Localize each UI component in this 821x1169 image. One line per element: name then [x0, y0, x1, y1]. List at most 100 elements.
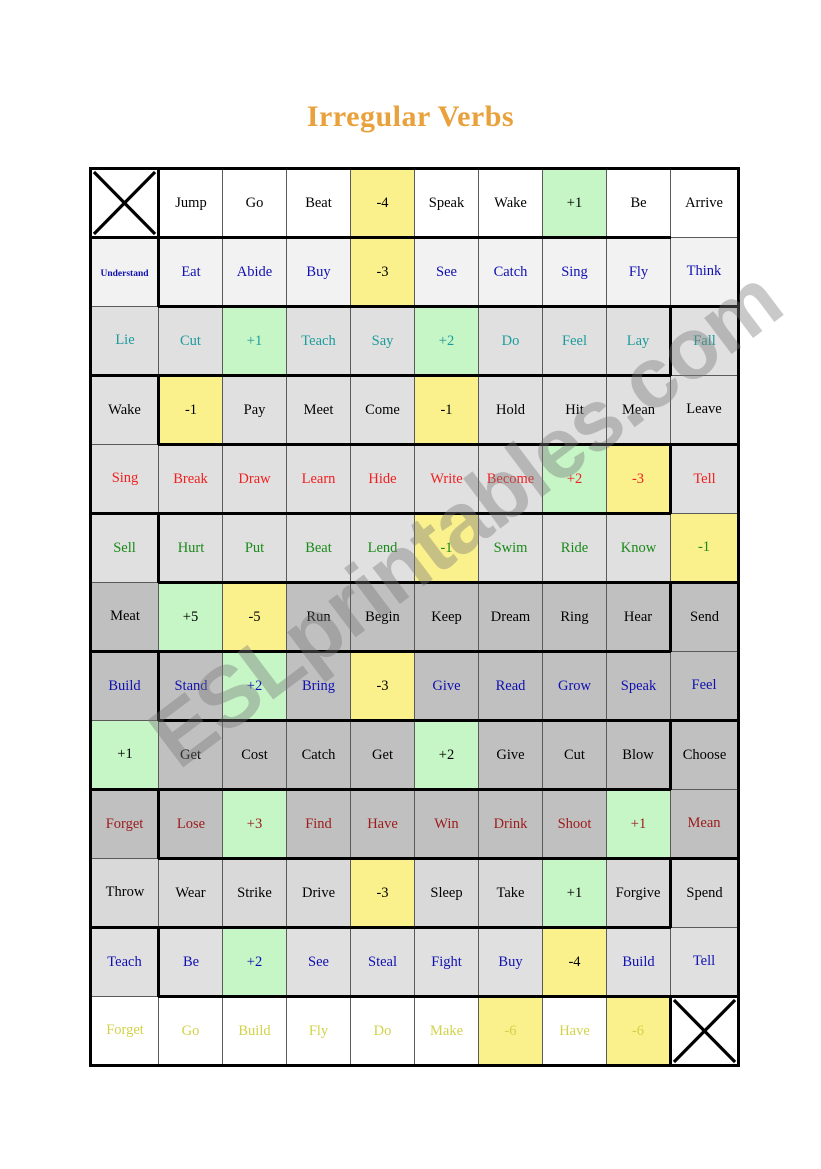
board-cell[interactable]: -4 — [350, 167, 415, 239]
board-cell[interactable]: Read — [478, 651, 543, 722]
board-cell[interactable]: Begin — [350, 582, 415, 653]
board-cell[interactable]: +3 — [222, 789, 287, 860]
board-cell[interactable]: Mean — [606, 375, 671, 446]
board-cell[interactable]: Throw — [89, 858, 159, 929]
board-cell[interactable]: -1 — [414, 375, 479, 446]
board-cell[interactable]: Lose — [157, 789, 223, 860]
board-cell[interactable]: Drink — [478, 789, 543, 860]
board-cell[interactable]: Wake — [478, 167, 543, 239]
board-cell[interactable]: Arrive — [670, 167, 740, 238]
board-cell[interactable]: Cost — [222, 720, 287, 791]
board-cell[interactable]: Shoot — [542, 789, 607, 860]
board-cell[interactable]: Lie — [89, 306, 159, 377]
board-cell[interactable]: +2 — [414, 306, 479, 377]
board-cell[interactable]: Go — [158, 996, 223, 1067]
board-cell[interactable]: Ring — [542, 582, 607, 653]
board-cell[interactable]: Leave — [670, 375, 740, 446]
board-cell[interactable]: Give — [478, 720, 543, 791]
board-cell[interactable]: Get — [350, 720, 415, 791]
board-cell[interactable]: Grow — [542, 651, 607, 722]
board-cell[interactable]: Swim — [478, 513, 543, 584]
board-cell[interactable]: Buy — [478, 927, 543, 998]
board-cell[interactable]: Build — [606, 927, 671, 998]
board-cell[interactable]: Write — [414, 444, 479, 515]
board-cell[interactable]: Be — [606, 167, 671, 239]
board-cell[interactable]: -4 — [542, 927, 607, 998]
board-cell[interactable]: Come — [350, 375, 415, 446]
board-cell[interactable]: Eat — [157, 237, 223, 308]
board-cell[interactable]: Put — [222, 513, 287, 584]
board-cell[interactable]: Dream — [478, 582, 543, 653]
board-cell[interactable]: Pay — [222, 375, 287, 446]
board-cell[interactable]: Sell — [89, 513, 159, 583]
board-cell[interactable]: +1 — [606, 789, 671, 860]
board-cell[interactable]: +2 — [414, 720, 479, 791]
board-cell[interactable]: Build — [89, 651, 159, 721]
board-cell[interactable]: Jump — [158, 167, 223, 239]
board-cell[interactable]: Learn — [286, 444, 351, 515]
board-cell[interactable]: Speak — [606, 651, 671, 722]
board-cell[interactable]: See — [414, 237, 479, 308]
board-cell[interactable]: Cut — [542, 720, 607, 791]
board-cell[interactable]: Know — [606, 513, 671, 584]
board-cell[interactable]: Bring — [286, 651, 351, 722]
board-cell[interactable]: -5 — [222, 582, 287, 653]
board-cell[interactable]: Do — [478, 306, 543, 377]
board-cell[interactable]: Buy — [286, 237, 351, 308]
board-cell[interactable]: +1 — [542, 167, 607, 239]
board-cell[interactable]: -1 — [670, 513, 740, 584]
board-cell[interactable]: Blow — [606, 720, 671, 791]
board-cell[interactable]: Hit — [542, 375, 607, 446]
board-cell[interactable]: -1 — [157, 375, 223, 446]
board-cell[interactable]: +2 — [222, 651, 287, 722]
board-cell[interactable]: Sleep — [414, 858, 479, 929]
board-cell[interactable]: Break — [158, 444, 223, 515]
board-cell[interactable]: +5 — [158, 582, 223, 653]
board-cell[interactable]: Have — [350, 789, 415, 860]
board-cell[interactable]: Lay — [606, 306, 671, 377]
board-cell[interactable]: +1 — [89, 720, 159, 791]
board-cell[interactable]: Feel — [670, 651, 740, 722]
board-cell[interactable]: Meet — [286, 375, 351, 446]
board-cell[interactable]: +1 — [542, 858, 607, 929]
board-cell[interactable]: -3 — [350, 858, 415, 929]
board-cell[interactable]: Drive — [286, 858, 351, 929]
board-cell[interactable]: -3 — [350, 237, 415, 308]
board-cell[interactable]: -3 — [606, 444, 671, 515]
board-cell[interactable]: Cut — [158, 306, 223, 377]
board-cell[interactable]: Hear — [606, 582, 671, 653]
board-cell[interactable]: Teach — [286, 306, 351, 377]
board-cell[interactable]: Wear — [158, 858, 223, 929]
board-cell[interactable]: Find — [286, 789, 351, 860]
board-cell[interactable]: -6 — [478, 996, 543, 1067]
board-cell[interactable]: Fight — [414, 927, 479, 998]
board-cell[interactable]: Strike — [222, 858, 287, 929]
board-cell[interactable]: Think — [670, 237, 740, 308]
board-cell[interactable]: Make — [414, 996, 479, 1067]
board-cell[interactable]: Meat — [89, 582, 159, 653]
board-cell[interactable]: Understand — [89, 237, 159, 307]
board-cell[interactable]: Ride — [542, 513, 607, 584]
board-cell[interactable]: Spend — [669, 858, 740, 928]
board-cell[interactable]: -6 — [606, 996, 671, 1067]
board-cell[interactable]: Become — [478, 444, 543, 515]
board-cell[interactable]: Run — [286, 582, 351, 653]
board-cell[interactable]: Sing — [542, 237, 607, 308]
board-cell[interactable]: Feel — [542, 306, 607, 377]
board-cell[interactable]: Fly — [606, 237, 671, 308]
board-cell[interactable]: Forget — [89, 789, 159, 859]
board-cell[interactable]: See — [286, 927, 351, 998]
board-cell[interactable]: Take — [478, 858, 543, 929]
board-cell[interactable]: Abide — [222, 237, 287, 308]
board-cell[interactable]: Beat — [286, 167, 351, 239]
board-cell[interactable]: +2 — [222, 927, 287, 998]
board-cell[interactable]: Say — [350, 306, 415, 377]
board-cell[interactable]: -3 — [350, 651, 415, 722]
board-cell[interactable]: Tell — [670, 927, 740, 998]
board-cell[interactable]: Catch — [478, 237, 543, 308]
board-cell[interactable]: Choose — [669, 720, 740, 790]
board-cell[interactable]: -1 — [414, 513, 479, 584]
board-cell[interactable]: Lend — [350, 513, 415, 584]
board-cell[interactable]: Speak — [414, 167, 479, 239]
board-cell[interactable]: Send — [669, 582, 740, 652]
